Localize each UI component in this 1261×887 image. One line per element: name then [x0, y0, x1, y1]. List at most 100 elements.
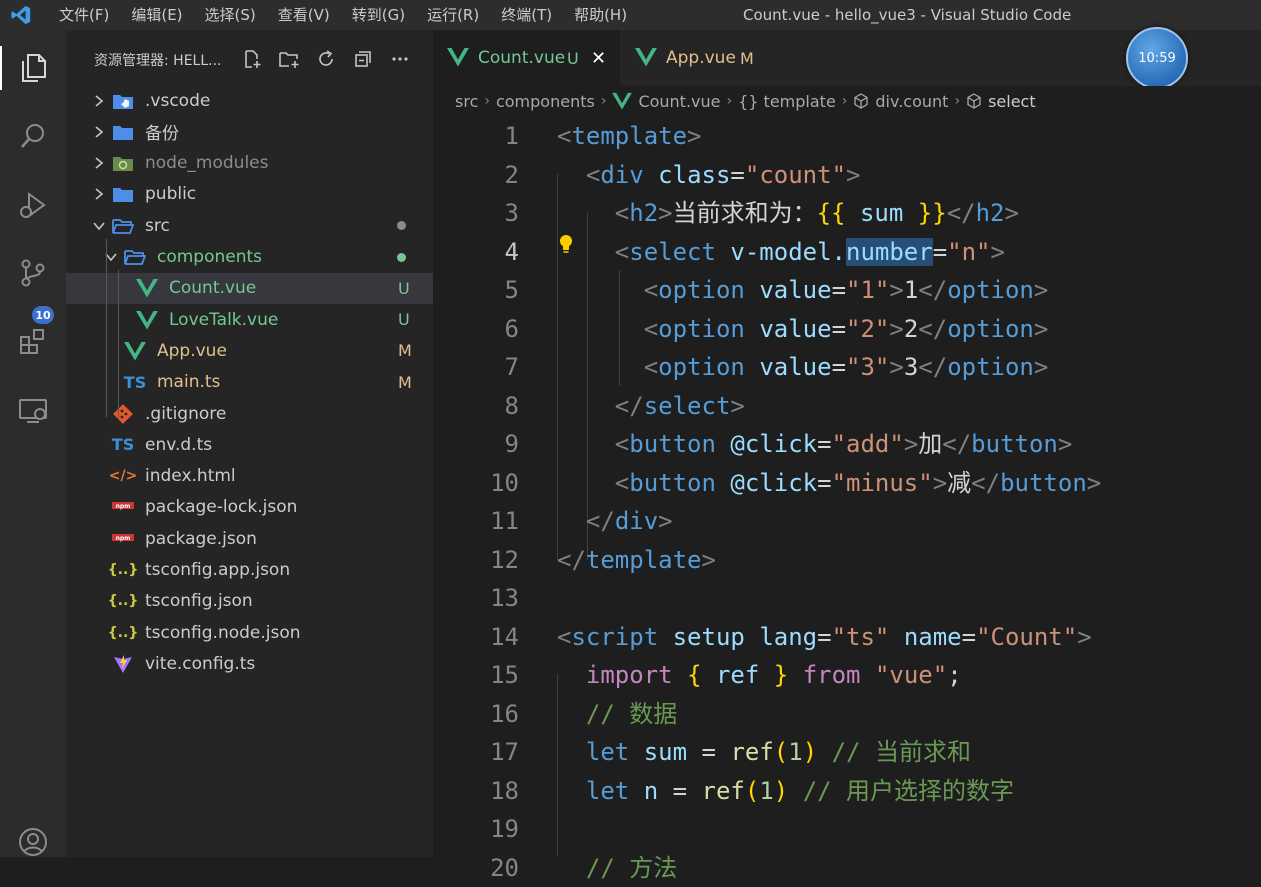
remote-explorer-icon[interactable] — [11, 388, 55, 432]
code-token: 1 — [788, 738, 803, 766]
tree-file-item[interactable]: npm package.json — [66, 523, 433, 554]
tree-file-item[interactable]: .gitignore — [66, 398, 433, 429]
tree-folder-item[interactable]: 备份 — [66, 116, 433, 147]
tree-folder-item[interactable]: .vscode — [66, 85, 433, 116]
folder-icon — [112, 183, 134, 205]
npm-icon: npm — [112, 496, 134, 518]
tree-file-item[interactable]: {..} tsconfig.app.json — [66, 555, 433, 586]
tree-folder-item[interactable]: public — [66, 179, 433, 210]
code-token: "Count" — [976, 622, 1078, 651]
tab-count-vue[interactable]: Count.vue U ✕ — [433, 30, 620, 86]
json-icon: {..} — [107, 593, 139, 610]
accounts-icon[interactable] — [11, 820, 55, 864]
tree-item-label: main.ts — [157, 372, 221, 393]
code-line: <h2>当前求和为：{{ sum }}</h2> — [557, 194, 1019, 232]
tab-label: Count.vue — [478, 48, 566, 68]
code-token: "vue" — [874, 661, 948, 689]
lightbulb-icon[interactable] — [556, 233, 576, 255]
menu-item[interactable]: 帮助(H) — [563, 0, 638, 30]
breadcrumb-item[interactable]: Count.vue — [638, 92, 720, 111]
collapse-all-icon[interactable] — [351, 47, 375, 71]
extensions-icon[interactable] — [11, 319, 55, 363]
code-token: ) — [773, 776, 789, 805]
tree-file-item[interactable]: {..} tsconfig.json — [66, 586, 433, 617]
code-token: > — [1033, 314, 1049, 343]
run-debug-icon[interactable] — [11, 183, 55, 227]
tab-close-icon[interactable]: ✕ — [591, 48, 606, 69]
explorer-icon[interactable] — [0, 46, 66, 90]
menu-item[interactable]: 查看(V) — [267, 0, 341, 30]
code-line: let n = ref(1) // 用户选择的数字 — [557, 772, 1014, 810]
source-control-icon[interactable] — [11, 251, 55, 295]
new-file-icon[interactable] — [240, 47, 264, 71]
tree-file-item[interactable]: LoveTalk.vue U — [66, 304, 433, 335]
tree-file-item[interactable]: TS env.d.ts — [66, 429, 433, 460]
code-token: </ — [971, 468, 1001, 497]
node-folder-icon — [112, 152, 134, 174]
code-editor[interactable]: 1 <template> 2 <div class="count"> 3 <h2>当前… — [433, 116, 1261, 882]
line-number: 2 — [504, 160, 519, 189]
refresh-icon[interactable] — [314, 47, 338, 71]
code-token: > — [990, 237, 1005, 266]
code-token: > — [889, 314, 904, 343]
menu-item[interactable]: 终端(T) — [490, 0, 563, 30]
json-icon: {..} — [107, 562, 139, 578]
tree-folder-item[interactable]: node_modules — [66, 148, 433, 179]
menu-item[interactable]: 编辑(E) — [120, 0, 193, 30]
menu-item[interactable]: 运行(R) — [416, 0, 490, 30]
code-line: // 方法 — [557, 849, 677, 887]
chevron-right-icon — [92, 156, 106, 170]
code-token: > — [1004, 199, 1019, 227]
code-token: 减 — [947, 468, 972, 497]
tree-file-item[interactable]: </> index.html — [66, 461, 433, 492]
menu-item[interactable]: 选择(S) — [194, 0, 267, 30]
tree-item-label: node_modules — [145, 153, 269, 174]
tree-file-item[interactable]: npm package-lock.json — [66, 492, 433, 523]
code-token: ref — [701, 776, 745, 805]
code-token: < — [614, 430, 630, 458]
line-number: 9 — [504, 430, 519, 458]
tree-folder-item[interactable]: src — [66, 210, 433, 241]
breadcrumb-item[interactable]: div.count — [875, 92, 948, 111]
line-number: 15 — [490, 661, 519, 689]
search-icon[interactable] — [11, 114, 55, 158]
code-token: > — [1057, 430, 1073, 458]
code-token: < — [585, 160, 601, 189]
code-line: import { ref } from "vue"; — [557, 656, 962, 694]
tree-item-label: vite.config.ts — [145, 653, 256, 674]
tree-file-item[interactable]: TS main.ts M — [66, 367, 433, 398]
more-actions-icon[interactable] — [388, 47, 412, 71]
code-token: 1 — [903, 276, 919, 304]
breadcrumb-item[interactable]: components — [496, 92, 595, 111]
line-number: 4 — [504, 237, 519, 266]
tree-file-item[interactable]: vite.config.ts — [66, 648, 433, 679]
code-line: </template> — [557, 541, 716, 579]
line-number: 18 — [490, 776, 519, 805]
tree-file-item[interactable]: {..} tsconfig.node.json — [66, 617, 433, 648]
menu-item[interactable]: 转到(G) — [341, 0, 416, 30]
code-token: > — [1033, 353, 1049, 381]
new-folder-icon[interactable] — [277, 47, 301, 71]
tree-folder-item[interactable]: components — [66, 242, 433, 273]
tree-file-item[interactable]: Count.vue U — [66, 272, 433, 304]
breadcrumb-item[interactable]: select — [988, 92, 1036, 111]
breadcrumb-item[interactable]: {} template — [738, 92, 836, 111]
tab-app-vue[interactable]: App.vue M — [620, 30, 795, 86]
code-token: "n" — [947, 237, 991, 266]
breadcrumb-item[interactable]: src — [455, 92, 478, 111]
code-token: // 方法 — [585, 853, 678, 882]
tree-file-item[interactable]: App.vue M — [66, 335, 433, 366]
code-token: div — [614, 507, 659, 535]
code-token: script — [571, 622, 659, 651]
code-token: = — [831, 314, 847, 343]
code-token: name — [903, 622, 962, 651]
code-token: option — [658, 314, 745, 343]
menu-item[interactable]: 文件(F) — [48, 0, 120, 30]
chevron-right-icon: › — [954, 93, 961, 109]
